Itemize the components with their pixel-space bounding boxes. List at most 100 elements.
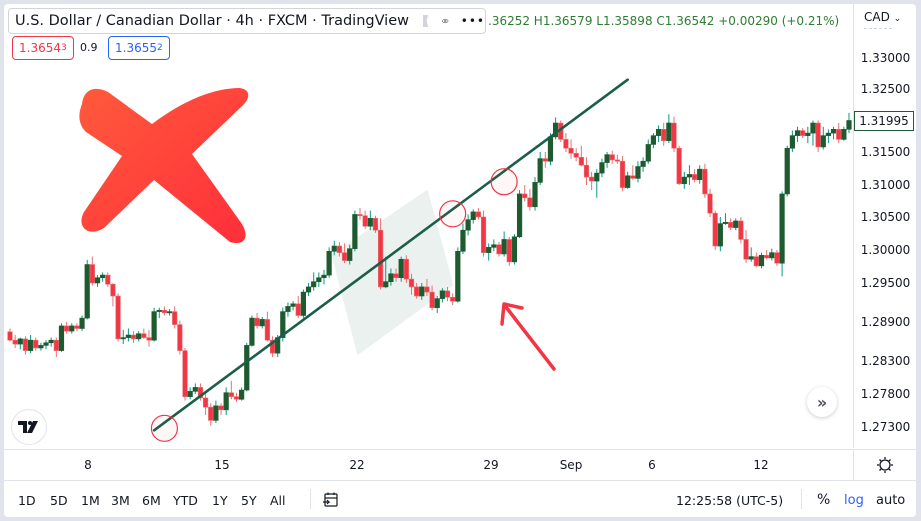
candle — [614, 154, 620, 164]
candle — [578, 145, 584, 167]
more-options-icon[interactable]: ••• — [461, 14, 485, 28]
flag-icon[interactable] — [423, 15, 429, 27]
candle-body — [347, 248, 353, 261]
candle — [58, 323, 65, 352]
double-chevron-right-icon: » — [816, 392, 828, 412]
log-scale-toggle[interactable]: log — [844, 493, 864, 508]
candle-body — [187, 391, 193, 397]
buy-price: 1.3655 — [115, 41, 157, 55]
price-tick-label: 1.27800 — [860, 387, 911, 401]
candle-body — [686, 174, 693, 178]
candle-body — [419, 286, 425, 297]
candle — [516, 190, 523, 239]
candle — [532, 177, 538, 211]
candle-body — [661, 129, 667, 141]
candle-body — [619, 160, 626, 188]
candle-body — [383, 281, 389, 288]
ohlc-values: .36252 H1.36579 L1.35898 C1.36542 +0.002… — [488, 14, 840, 28]
candle — [12, 335, 18, 348]
scroll-to-realtime-button[interactable]: » — [807, 387, 837, 417]
range-button-all[interactable]: All — [270, 493, 286, 508]
candle-body — [491, 244, 497, 248]
candle — [630, 165, 636, 180]
candle — [352, 210, 358, 252]
chart-pane[interactable]: U.S. Dollar / Canadian Dollar · 4h · FXC… — [4, 4, 853, 448]
price-scale[interactable]: CAD ⌄ 1.33000 1.32500 1.31500 1.31000 1.3050… — [853, 4, 916, 448]
candle-body — [7, 331, 13, 341]
candle-body — [712, 212, 718, 247]
currency-selector[interactable]: CAD ⌄ — [864, 10, 901, 24]
candle-body — [408, 278, 415, 288]
candle-body — [58, 325, 65, 351]
range-button-ytd[interactable]: YTD — [173, 493, 198, 508]
candle — [357, 208, 363, 220]
range-button-1y[interactable]: 1Y — [212, 493, 228, 508]
candle — [753, 252, 759, 268]
candle-body — [563, 139, 569, 149]
candle — [722, 213, 729, 225]
candle — [599, 158, 605, 178]
chart-settings-button[interactable] — [853, 449, 916, 480]
candle — [769, 248, 775, 261]
buy-price-pip: 2 — [157, 43, 163, 53]
price-tick-label: 1.30000 — [860, 243, 911, 257]
candle-body — [465, 219, 471, 231]
touch-circle — [490, 168, 518, 196]
symbol-legend[interactable]: U.S. Dollar / Canadian Dollar · 4h · FXC… — [8, 8, 486, 34]
auto-scale-toggle[interactable]: auto — [876, 493, 905, 508]
range-button-1d[interactable]: 1D — [18, 493, 36, 508]
clock-timezone[interactable]: 12:25:58 (UTC-5) — [676, 493, 783, 508]
candle-body — [830, 129, 837, 134]
range-button-3m[interactable]: 3M — [111, 493, 130, 508]
buy-price-button[interactable]: 1.3655 2 — [108, 36, 170, 60]
tradingview-logo[interactable] — [12, 410, 46, 444]
candle-body — [717, 223, 723, 247]
sell-price-button[interactable]: 1.3654 3 — [12, 36, 74, 60]
candle — [635, 161, 641, 183]
candle-body — [233, 396, 240, 400]
range-button-6m[interactable]: 6M — [142, 493, 161, 508]
percent-scale-toggle[interactable]: % — [817, 492, 830, 508]
candle-body — [22, 338, 29, 351]
candle-body — [249, 317, 255, 346]
candle-body — [414, 286, 420, 297]
candle-body — [444, 290, 451, 298]
symbol-title[interactable]: U.S. Dollar / Canadian Dollar · 4h · FXC… — [15, 13, 409, 29]
range-button-5y[interactable]: 5Y — [241, 493, 257, 508]
candle — [27, 335, 34, 354]
go-to-date-icon[interactable] — [322, 491, 340, 509]
candle — [758, 252, 765, 269]
candle-body — [614, 159, 620, 162]
chart-frame: U.S. Dollar / Canadian Dollar · 4h · FXC… — [4, 4, 916, 517]
candle-body — [202, 397, 209, 408]
candle-body — [12, 339, 18, 345]
candle — [264, 311, 270, 342]
candle — [820, 126, 826, 150]
candle-body — [125, 334, 131, 338]
range-button-5d[interactable]: 5D — [50, 493, 68, 508]
candle — [825, 129, 832, 144]
candle — [69, 323, 75, 334]
candle-body — [110, 283, 116, 297]
candle-body — [213, 405, 219, 421]
candle — [105, 272, 111, 287]
candle — [738, 217, 744, 244]
candle-body — [53, 339, 59, 351]
toolbar-separator — [801, 489, 802, 509]
candle — [496, 242, 502, 257]
candle-body — [542, 158, 548, 162]
candle — [223, 387, 229, 416]
eye-icon[interactable] — [442, 12, 449, 30]
candle — [506, 236, 512, 266]
candle-body — [516, 193, 523, 238]
range-button-1m[interactable]: 1M — [81, 493, 100, 508]
candle — [285, 302, 291, 317]
price-chart[interactable] — [4, 4, 853, 448]
candle-body — [573, 153, 579, 158]
candle-body — [393, 273, 399, 279]
candle-body — [74, 325, 80, 329]
time-axis[interactable]: 8 15 22 29 Sep 6 12 — [4, 449, 853, 480]
candle-body — [599, 162, 605, 174]
candle — [846, 112, 852, 134]
candle — [655, 125, 662, 142]
